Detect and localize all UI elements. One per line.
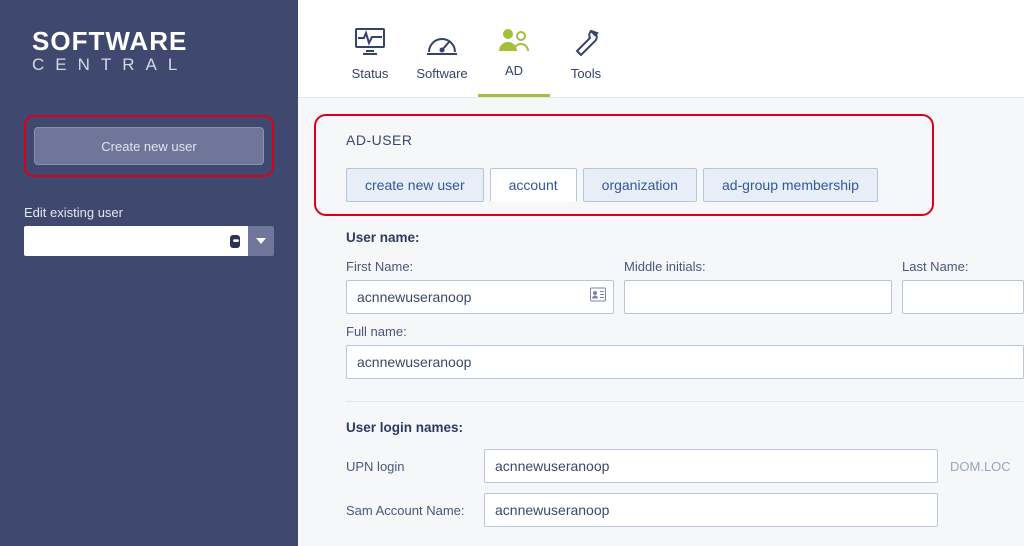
full-name-input[interactable] bbox=[346, 345, 1024, 379]
wrench-icon bbox=[572, 20, 600, 56]
tab-row: create new user account organization ad-… bbox=[346, 168, 914, 202]
logo-line1: SOFTWARE bbox=[32, 26, 274, 57]
upn-domain-suffix: DOM.LOC bbox=[946, 459, 1024, 474]
nav-tools-label: Tools bbox=[571, 66, 601, 81]
last-name-input[interactable] bbox=[902, 280, 1024, 314]
keyboard-icon: ••• bbox=[222, 226, 248, 256]
nav-software[interactable]: Software bbox=[406, 0, 478, 97]
main-area: Status Software AD Tools bbox=[298, 0, 1024, 546]
first-name-label: First Name: bbox=[346, 259, 614, 274]
name-row: First Name: Middle initials: La bbox=[346, 259, 1024, 314]
ad-user-header-card: AD-USER create new user account organiza… bbox=[314, 114, 934, 216]
edit-existing-user-select[interactable]: ••• bbox=[24, 226, 274, 256]
nav-ad-label: AD bbox=[505, 63, 523, 78]
edit-existing-user-input[interactable] bbox=[24, 226, 222, 256]
upn-login-label: UPN login bbox=[346, 459, 476, 474]
sam-account-input[interactable] bbox=[484, 493, 938, 527]
account-form: User name: First Name: Middle initials: bbox=[314, 230, 1024, 527]
contact-card-icon bbox=[590, 288, 606, 307]
nav-software-label: Software bbox=[416, 66, 467, 81]
chevron-down-icon bbox=[256, 236, 266, 246]
last-name-label: Last Name: bbox=[902, 259, 1024, 274]
user-name-heading: User name: bbox=[346, 230, 1024, 245]
logo-line2: CENTRAL bbox=[32, 55, 274, 75]
section-divider bbox=[346, 401, 1024, 402]
nav-ad[interactable]: AD bbox=[478, 0, 550, 97]
app-logo: SOFTWARE CENTRAL bbox=[32, 26, 274, 75]
nav-tools[interactable]: Tools bbox=[550, 0, 622, 97]
top-nav: Status Software AD Tools bbox=[298, 0, 1024, 98]
tab-account[interactable]: account bbox=[490, 168, 577, 202]
create-user-highlight: Create new user bbox=[24, 115, 274, 177]
section-title: AD-USER bbox=[346, 132, 914, 148]
tab-organization[interactable]: organization bbox=[583, 168, 697, 202]
content-scroll: AD-USER create new user account organiza… bbox=[298, 98, 1024, 546]
gauge-icon bbox=[427, 20, 457, 56]
first-name-input[interactable] bbox=[346, 280, 614, 314]
nav-status[interactable]: Status bbox=[334, 0, 406, 97]
middle-initials-label: Middle initials: bbox=[624, 259, 892, 274]
tab-create-new-user[interactable]: create new user bbox=[346, 168, 484, 202]
full-name-label: Full name: bbox=[346, 324, 1024, 339]
upn-login-input[interactable] bbox=[484, 449, 938, 483]
edit-existing-user-dropdown-button[interactable] bbox=[248, 226, 274, 256]
app-root: SOFTWARE CENTRAL Create new user Edit ex… bbox=[0, 0, 1024, 546]
middle-initials-input[interactable] bbox=[624, 280, 892, 314]
sam-account-label: Sam Account Name: bbox=[346, 503, 476, 518]
create-new-user-button[interactable]: Create new user bbox=[34, 127, 264, 165]
users-icon bbox=[498, 17, 530, 53]
nav-status-label: Status bbox=[352, 66, 389, 81]
edit-existing-user-label: Edit existing user bbox=[24, 205, 274, 220]
login-heading: User login names: bbox=[346, 420, 1024, 435]
tab-ad-group-membership[interactable]: ad-group membership bbox=[703, 168, 878, 202]
monitor-pulse-icon bbox=[355, 20, 385, 56]
sidebar: SOFTWARE CENTRAL Create new user Edit ex… bbox=[0, 0, 298, 546]
